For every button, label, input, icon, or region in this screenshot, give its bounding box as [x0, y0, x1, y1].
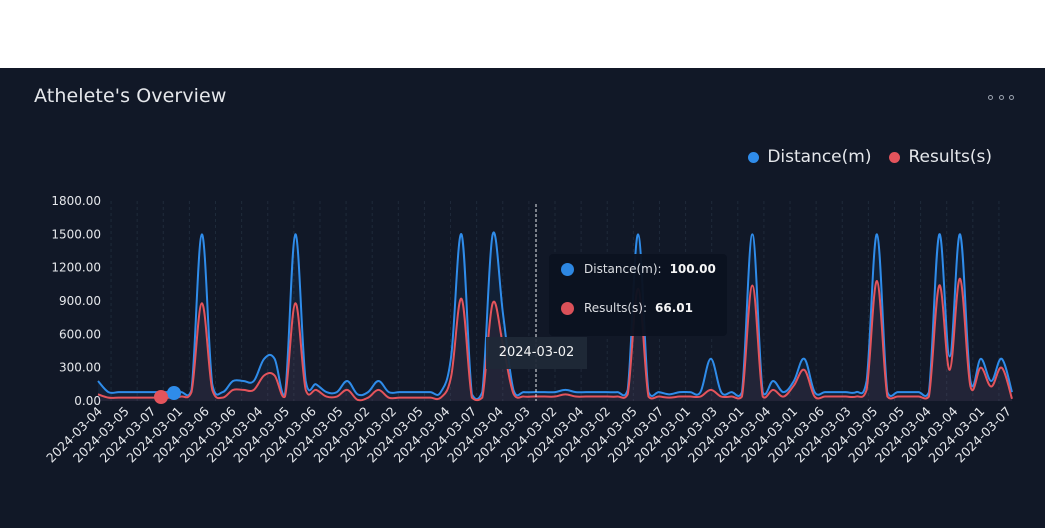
- tooltip-value: 66.01: [655, 301, 693, 315]
- y-tick-label: 0.00: [74, 394, 101, 408]
- y-tick-label: 1200.00: [51, 261, 101, 275]
- chart-area[interactable]: 0.00 300.00 600.00 900.00 1200.00 1500.00 1800…: [0, 0, 1045, 528]
- tooltip-label: Results(s):: [584, 301, 647, 315]
- chart-tooltip: Distance(m): 100.00 Results(s): 66.01: [549, 254, 727, 336]
- tooltip-row-distance: Distance(m): 100.00: [561, 262, 716, 276]
- y-tick-label: 1500.00: [51, 227, 101, 241]
- y-tick-label: 300.00: [59, 361, 101, 375]
- tooltip-row-results: Results(s): 66.01: [561, 301, 693, 315]
- marker-distance[interactable]: [167, 386, 181, 400]
- tooltip-label: Distance(m):: [584, 262, 662, 276]
- y-tick-label: 600.00: [59, 327, 101, 341]
- tooltip-dot: [561, 301, 574, 315]
- y-tick-label: 1800.00: [51, 194, 101, 208]
- tooltip-dot: [561, 262, 574, 276]
- marker-results[interactable]: [154, 390, 168, 404]
- x-axis-tooltip: 2024-03-02: [486, 337, 587, 369]
- y-tick-label: 900.00: [59, 294, 101, 308]
- tooltip-value: 100.00: [669, 262, 716, 276]
